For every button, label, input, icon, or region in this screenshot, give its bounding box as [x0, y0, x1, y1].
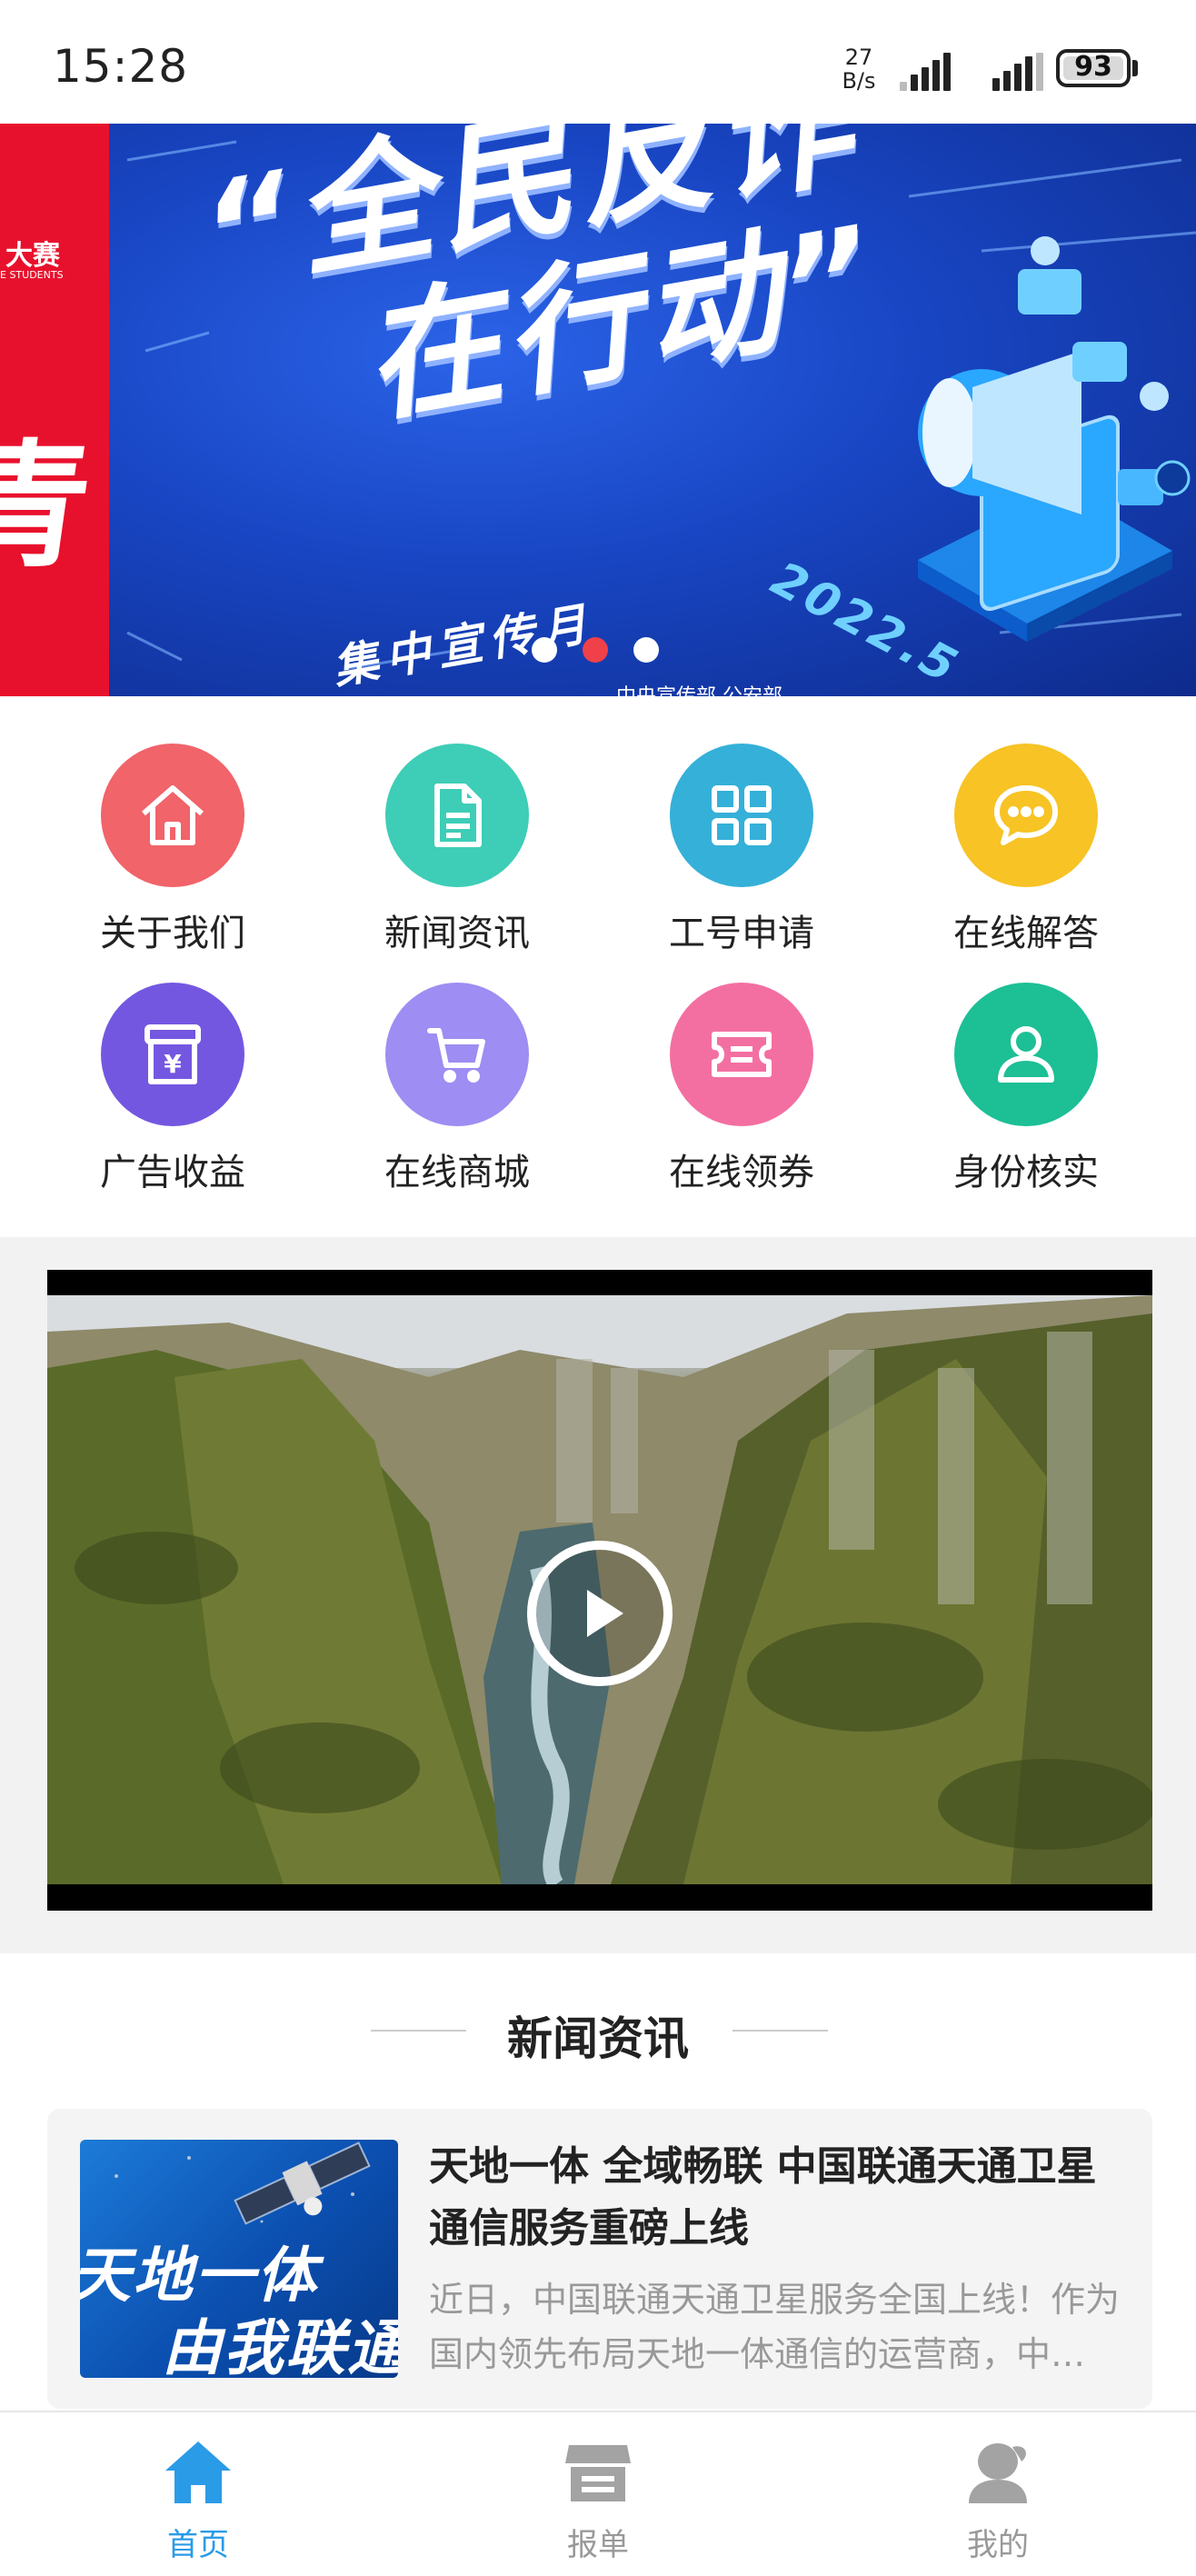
ticket-icon [670, 983, 813, 1126]
heading-divider [733, 2030, 828, 2032]
menu-item-label: 身份核实 [953, 1152, 1099, 1193]
home-tab-icon [162, 2436, 234, 2509]
news-heading: 新闻资讯 [507, 2012, 689, 2065]
megaphone-illustration [918, 236, 1191, 642]
network-speed-unit: B/s [842, 68, 876, 94]
profile-tab-icon [962, 2436, 1034, 2509]
menu-item-label: 在线商城 [384, 1152, 530, 1193]
carousel-dot[interactable] [532, 637, 557, 663]
battery-tip [1132, 60, 1138, 76]
network-speed: 27 B/s [836, 45, 882, 93]
cart-icon [385, 983, 529, 1126]
carousel-dot-active[interactable] [583, 637, 608, 663]
tab-label: 报单 [567, 2527, 629, 2563]
news-thumbnail: 天地一体 由我联通 [80, 2140, 398, 2378]
menu-item-online-mall[interactable]: 在线商城 [348, 983, 566, 1195]
menu-item-about-us[interactable]: 关于我们 [64, 744, 282, 956]
battery-level: 93 [1074, 51, 1112, 83]
tab-label: 首页 [167, 2527, 229, 2563]
document-icon [385, 744, 529, 887]
promo-banner-carousel[interactable]: 大赛 E STUDENTS 青 “全民反诈 在行动” 集中宣传月 2022.5 … [0, 124, 1196, 696]
video-thumbnail [47, 1295, 1152, 1884]
grid-icon [670, 744, 813, 887]
menu-item-label: 工号申请 [669, 913, 814, 954]
banner-footer: 中央宣传部 公安部 [616, 680, 782, 696]
menu-item-news[interactable]: 新闻资讯 [348, 744, 566, 956]
thumbnail-text-line2: 由我联通 [162, 2313, 398, 2378]
video-section [0, 1237, 1196, 1953]
play-button[interactable] [527, 1541, 673, 1686]
news-title: 天地一体 全域畅联 中国联通天通卫星通信服务重磅上线 [429, 2143, 1097, 2252]
signal-strength-icon [992, 51, 1043, 91]
news-section: 新闻资讯 天地一体 由我联通 天地一体 全域畅联 中国联通天通卫星通信服务重磅上… [0, 1953, 1196, 2417]
quick-menu-grid: 关于我们 新闻资讯 工号申请 在线解答 ¥ 广告收益 在线商城 在线领券 身份核… [0, 696, 1196, 1237]
menu-item-label: 在线解答 [953, 913, 1099, 954]
banner-previous-slide: 大赛 E STUDENTS 青 [0, 124, 109, 696]
svg-text:¥: ¥ [164, 1049, 182, 1079]
menu-item-identity-verification[interactable]: 身份核实 [917, 983, 1135, 1195]
carousel-dot[interactable] [633, 637, 659, 663]
tab-label: 我的 [967, 2527, 1029, 2563]
person-icon [954, 983, 1098, 1126]
store-tab-icon [562, 2436, 634, 2509]
money-box-icon: ¥ [101, 983, 244, 1126]
news-summary: 近日，中国联通天通卫星服务全国上线！作为国内领先布局天地一体通信的运营商，中国联… [429, 2280, 1120, 2374]
news-card[interactable]: 天地一体 由我联通 天地一体 全域畅联 中国联通天通卫星通信服务重磅上线 近日，… [47, 2109, 1152, 2409]
home-icon [101, 744, 244, 887]
play-icon [587, 1590, 623, 1637]
menu-item-online-answers[interactable]: 在线解答 [917, 744, 1135, 956]
status-bar: 15:28 27 B/s 93 [0, 0, 1196, 124]
banner-side-tag-sub: E STUDENTS [0, 269, 64, 281]
bottom-tab-bar: 首页 报单 我的 [0, 2411, 1196, 2576]
tab-home[interactable]: 首页 [107, 2436, 289, 2564]
menu-item-id-application[interactable]: 工号申请 [633, 744, 851, 956]
battery-icon: 93 [1056, 49, 1131, 87]
tab-orders[interactable]: 报单 [507, 2436, 689, 2564]
menu-item-label: 关于我们 [100, 913, 245, 954]
banner-side-tag: 大赛 [5, 240, 60, 272]
menu-item-coupons[interactable]: 在线领券 [633, 983, 851, 1195]
network-speed-value: 27 [844, 45, 873, 70]
tab-profile[interactable]: 我的 [907, 2436, 1089, 2564]
status-time: 15:28 [53, 40, 189, 93]
menu-item-label: 广告收益 [100, 1152, 245, 1193]
video-player[interactable] [47, 1270, 1152, 1911]
menu-item-label: 在线领券 [669, 1152, 814, 1193]
banner-side-char: 青 [0, 428, 101, 586]
signal-strength-icon [900, 51, 963, 91]
menu-item-ad-revenue[interactable]: ¥ 广告收益 [64, 983, 282, 1195]
menu-item-label: 新闻资讯 [384, 913, 530, 954]
chat-icon [954, 744, 1098, 887]
